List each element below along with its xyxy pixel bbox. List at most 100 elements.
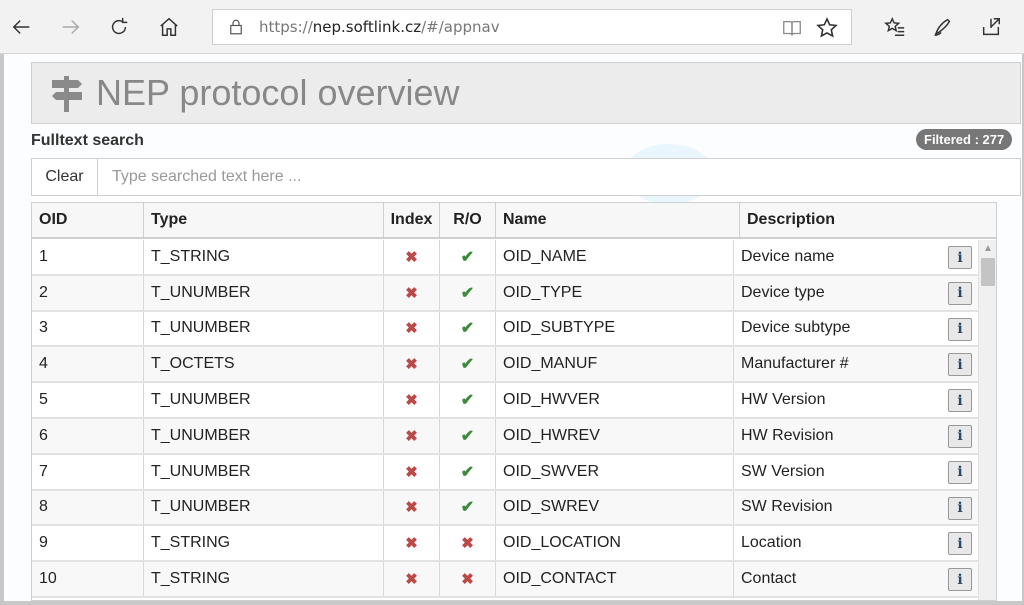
column-header-type[interactable]: Type	[144, 203, 384, 237]
cell-type: T_UNUMBER	[144, 418, 384, 453]
favorite-star-icon[interactable]	[815, 16, 839, 40]
favorites-list-icon	[884, 16, 905, 36]
cell-type-text: T_UNUMBER	[151, 462, 251, 480]
cell-type-text: T_UNUMBER	[151, 498, 251, 516]
cell-ro: ✖	[440, 526, 496, 561]
check-icon: ✔	[460, 284, 475, 302]
table-row[interactable]: 2 T_UNUMBER ✖ ✔ OID_TYPE Device type i	[32, 275, 978, 312]
address-bar[interactable]: https://nep.softlink.cz/#/appnav	[212, 9, 852, 45]
scroll-thumb[interactable]	[981, 258, 995, 286]
column-header-description[interactable]: Description	[740, 203, 996, 237]
cell-index: ✖	[384, 454, 440, 489]
share-button[interactable]	[974, 10, 1008, 44]
refresh-button[interactable]	[102, 10, 136, 44]
cross-icon: ✖	[461, 571, 474, 589]
home-button[interactable]	[152, 10, 186, 44]
cross-icon: ✖	[405, 427, 418, 445]
info-icon[interactable]: i	[948, 460, 972, 484]
column-header-ro[interactable]: R/O	[440, 203, 496, 237]
back-button[interactable]	[5, 10, 39, 44]
table-row[interactable]: 4 T_OCTETS ✖ ✔ OID_MANUF Manufacturer # i	[32, 347, 978, 384]
cell-name-text: OID_SWREV	[503, 498, 600, 516]
cell-name: OID_SWREV	[496, 490, 734, 525]
cell-description-text: Device type	[741, 283, 825, 301]
cell-type-text: T_UNUMBER	[151, 391, 251, 409]
oid-table: OID Type Index R/O Name Description 1 T_S…	[31, 202, 997, 601]
forward-button[interactable]	[53, 10, 87, 44]
cell-ro: ✔	[440, 311, 496, 346]
cell-name-text: OID_LOCATION	[503, 534, 621, 552]
cell-index: ✖	[384, 240, 440, 274]
cell-type: T_UNUMBER	[144, 454, 384, 489]
cell-name: OID_HWREV	[496, 418, 734, 453]
info-icon[interactable]: i	[948, 496, 972, 520]
cell-type-text: T_STRING	[151, 247, 231, 265]
cell-oid-text: 8	[39, 498, 48, 516]
table-row[interactable]: 8 T_UNUMBER ✖ ✔ OID_SWREV SW Revision i	[32, 490, 978, 527]
info-icon[interactable]: i	[948, 317, 972, 341]
cell-oid-text: 2	[39, 283, 48, 301]
cell-oid-text: 6	[39, 426, 48, 444]
info-icon[interactable]: i	[948, 281, 972, 305]
cell-index: ✖	[384, 275, 440, 310]
info-icon[interactable]: i	[948, 424, 972, 448]
cell-ro: ✔	[440, 275, 496, 310]
signpost-icon	[52, 76, 82, 112]
check-icon: ✔	[460, 463, 475, 481]
info-icon[interactable]: i	[948, 568, 972, 592]
cell-description: Device name i	[734, 240, 978, 274]
column-header-name[interactable]: Name	[496, 203, 740, 237]
cell-description: Device type i	[734, 276, 978, 310]
cell-description-text: Location	[741, 534, 802, 552]
info-icon[interactable]: i	[948, 246, 972, 269]
search-input[interactable]	[98, 159, 1020, 195]
cell-type: T_STRING	[144, 240, 384, 274]
arrow-left-icon	[12, 20, 30, 34]
cross-icon: ✖	[405, 535, 418, 553]
vertical-scrollbar[interactable]: ▲	[978, 240, 996, 600]
clear-button[interactable]: Clear	[32, 159, 98, 195]
search-bar: Clear	[31, 158, 1021, 196]
table-row[interactable]: 1 T_STRING ✖ ✔ OID_NAME Device name i	[32, 240, 978, 276]
cell-description: Location i	[734, 526, 978, 560]
table-row[interactable]: 7 T_UNUMBER ✖ ✔ OID_SWVER SW Version i	[32, 454, 978, 491]
column-header-oid[interactable]: OID	[32, 203, 144, 237]
cell-type: T_OCTETS	[144, 347, 384, 382]
table-row[interactable]: 6 T_UNUMBER ✖ ✔ OID_HWREV HW Revision i	[32, 418, 978, 455]
refresh-icon	[111, 17, 128, 35]
scroll-up-arrow-icon[interactable]: ▲	[979, 240, 996, 256]
table-row[interactable]: 9 T_STRING ✖ ✖ OID_LOCATION Location i	[32, 526, 978, 563]
notes-button[interactable]	[926, 10, 960, 44]
pen-icon	[934, 18, 951, 36]
cell-type-text: T_UNUMBER	[151, 283, 251, 301]
cross-icon: ✖	[405, 356, 418, 374]
cell-ro: ✔	[440, 454, 496, 489]
favorites-hub-button[interactable]	[878, 10, 912, 44]
cell-description: SW Revision i	[734, 491, 978, 525]
cross-icon: ✖	[461, 535, 474, 553]
cell-index: ✖	[384, 562, 440, 596]
cell-type-text: T_UNUMBER	[151, 426, 251, 444]
cell-oid-text: 3	[39, 319, 48, 337]
check-icon: ✔	[460, 392, 475, 410]
cell-description: HW Revision i	[734, 419, 978, 453]
table-row[interactable]: 5 T_UNUMBER ✖ ✔ OID_HWVER HW Version i	[32, 383, 978, 419]
cell-name: OID_TYPE	[496, 275, 734, 310]
info-icon[interactable]: i	[948, 389, 972, 413]
table-body: 1 T_STRING ✖ ✔ OID_NAME Device name i 2 T_UNUMBE…	[32, 240, 978, 598]
info-icon[interactable]: i	[948, 532, 972, 556]
cell-description: Contact i	[734, 562, 978, 596]
lock-icon	[230, 19, 242, 35]
reading-view-icon[interactable]	[781, 17, 803, 39]
cell-description-text: HW Version	[741, 391, 826, 409]
check-icon: ✔	[460, 248, 475, 266]
table-row[interactable]: 10 T_STRING ✖ ✖ OID_CONTACT Contact i	[32, 562, 978, 598]
column-header-index[interactable]: Index	[384, 203, 440, 237]
arrow-right-icon	[62, 20, 80, 34]
info-icon[interactable]: i	[948, 353, 972, 377]
table-row[interactable]: 3 T_UNUMBER ✖ ✔ OID_SUBTYPE Device subtype i	[32, 311, 978, 348]
cross-icon: ✖	[405, 463, 418, 481]
cell-name-text: OID_SUBTYPE	[503, 319, 616, 337]
cell-name: OID_CONTACT	[496, 562, 734, 596]
cell-oid-text: 9	[39, 534, 48, 552]
